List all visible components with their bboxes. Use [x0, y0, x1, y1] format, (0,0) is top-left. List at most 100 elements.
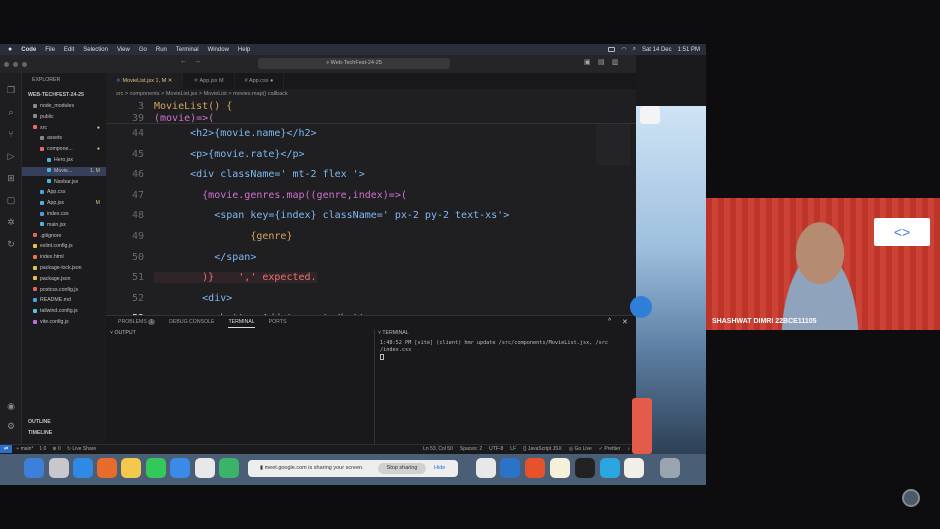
tab-problems[interactable]: PROBLEMS 1: [118, 316, 156, 328]
code-line[interactable]: {movie.genres.map((genre,index)=>(: [154, 190, 407, 201]
explorer-file[interactable]: vite.config.js: [22, 318, 106, 327]
menu-edit[interactable]: Edit: [64, 47, 74, 53]
stop-sharing-button[interactable]: Stop sharing: [378, 463, 426, 474]
finder-docs-icon[interactable]: [624, 458, 644, 478]
explorer-file[interactable]: App.css: [22, 188, 106, 197]
menu-file[interactable]: File: [45, 47, 55, 53]
sync-status[interactable]: 1 0: [33, 445, 46, 453]
firefox-icon[interactable]: [97, 458, 117, 478]
explorer-file[interactable]: App.jsx M: [22, 199, 106, 208]
terminal-section[interactable]: ˅ TERMINAL: [378, 330, 409, 336]
code-line[interactable]: )} ',' expected.: [154, 272, 317, 284]
explorer-file[interactable]: Navbar.jsx: [22, 178, 106, 187]
code-line[interactable]: <span key={index} className=' px-2 py-2 …: [154, 210, 509, 221]
menu-window[interactable]: Window: [208, 47, 229, 53]
code-editor[interactable]: 3 MovieList() { 39 (movie)=>( 44 <h2>{mo…: [106, 100, 636, 315]
chrome-icon[interactable]: [476, 458, 496, 478]
run-debug-icon[interactable]: ▷: [6, 151, 16, 161]
files-icon[interactable]: ❐: [6, 85, 16, 95]
search-icon[interactable]: ⌕: [633, 46, 636, 53]
source-control-icon[interactable]: ⑂: [6, 129, 16, 139]
code-line[interactable]: </span>: [154, 252, 256, 263]
code-line[interactable]: <h2>{movie.name}</h2>: [154, 128, 316, 139]
breadcrumb[interactable]: src > components > MovieList.jsx > Movie…: [106, 89, 636, 100]
wifi-icon[interactable]: ◠: [621, 46, 626, 53]
live-share[interactable]: ↻ Live Share: [61, 445, 97, 453]
encoding[interactable]: UTF-8: [489, 445, 510, 453]
code-line[interactable]: <p>{movie.rate}</p>: [154, 149, 304, 160]
brave-icon[interactable]: [525, 458, 545, 478]
search-icon[interactable]: ⌕: [6, 107, 16, 117]
explorer-file[interactable]: package.json: [22, 275, 106, 284]
code-line[interactable]: <div>: [154, 293, 232, 304]
go-live[interactable]: ◎ Go Live: [569, 445, 599, 453]
outline-section[interactable]: OUTLINE: [22, 418, 106, 427]
code-line[interactable]: <div className=' mt-2 flex '>: [154, 169, 365, 180]
output-section[interactable]: ˅ OUTPUT: [110, 330, 136, 336]
hide-button[interactable]: Hide: [434, 463, 445, 474]
account-icon[interactable]: ◉: [6, 401, 16, 411]
remote-icon[interactable]: ▢: [6, 195, 16, 205]
extensions-icon[interactable]: ⊞: [6, 173, 16, 183]
explorer-file[interactable]: Hero.jsx: [22, 156, 106, 165]
explorer-file[interactable]: tailwind.config.js: [22, 307, 106, 316]
settings-sync-icon[interactable]: ✲: [6, 217, 16, 227]
photos-icon[interactable]: [121, 458, 141, 478]
eol[interactable]: LF: [510, 445, 523, 453]
notes-icon[interactable]: [550, 458, 570, 478]
explorer-file[interactable]: .gitignore: [22, 232, 106, 241]
menu-run[interactable]: Run: [156, 47, 167, 53]
explorer-folder[interactable]: public: [22, 113, 106, 122]
close-icon[interactable]: ✕: [622, 318, 628, 326]
explorer-folder[interactable]: assets: [22, 134, 106, 143]
tab-app-jsx[interactable]: ⚛ App.jsx M: [183, 73, 235, 89]
code-line[interactable]: {genre}: [154, 231, 292, 242]
timeline-section[interactable]: TIMELINE: [22, 429, 106, 438]
facetime-icon[interactable]: [219, 458, 239, 478]
indentation[interactable]: Spaces: 2: [460, 445, 489, 453]
messages-icon[interactable]: [146, 458, 166, 478]
cursor-position[interactable]: Ln 53, Col 50: [423, 445, 460, 453]
menu-help[interactable]: Help: [238, 47, 250, 53]
explorer-file[interactable]: README.md: [22, 296, 106, 305]
terminal-icon[interactable]: [575, 458, 595, 478]
tab-ports[interactable]: PORTS: [269, 316, 287, 328]
prettier[interactable]: ✓ Prettier: [599, 445, 628, 453]
zoom-dot[interactable]: [22, 61, 27, 67]
panel-icon[interactable]: ▤: [598, 58, 605, 66]
remote-indicator[interactable]: ⇄: [0, 445, 13, 453]
apple-icon[interactable]: ●: [8, 46, 12, 53]
explorer-folder[interactable]: src ●: [22, 124, 106, 133]
tab-debug-console[interactable]: DEBUG CONSOLE: [169, 316, 214, 328]
explorer-file[interactable]: main.jsx: [22, 221, 106, 230]
battery-icon[interactable]: [608, 47, 616, 52]
layout-sidebar-icon[interactable]: ▥: [612, 58, 619, 66]
app-menu[interactable]: Code: [21, 47, 36, 53]
maximize-icon[interactable]: ^: [608, 318, 611, 325]
launchpad-icon[interactable]: [49, 458, 69, 478]
vscode-icon[interactable]: [500, 458, 520, 478]
explorer-file[interactable]: index.css: [22, 210, 106, 219]
problems-status[interactable]: ⊗ 0: [46, 445, 60, 453]
telegram-icon[interactable]: [600, 458, 620, 478]
tab-terminal[interactable]: TERMINAL: [228, 316, 255, 328]
terminal-cursor[interactable]: [380, 354, 384, 360]
chrome-app-icon[interactable]: [195, 458, 215, 478]
live-share-icon[interactable]: ↻: [6, 239, 16, 249]
minimize-dot[interactable]: [13, 61, 18, 67]
language-mode[interactable]: {} JavaScript JSX: [523, 445, 569, 453]
mail-icon[interactable]: [170, 458, 190, 478]
menu-view[interactable]: View: [117, 47, 130, 53]
tab-app-css[interactable]: # App.css ●: [235, 73, 285, 89]
explorer-folder[interactable]: node_modules: [22, 102, 106, 111]
close-dot[interactable]: [4, 61, 9, 67]
branch[interactable]: ⑂ main*: [12, 445, 33, 453]
explorer-file[interactable]: Movie... 1, M: [22, 166, 106, 176]
explorer-file[interactable]: postcss.config.js: [22, 286, 106, 295]
trash-icon[interactable]: [660, 458, 680, 478]
back-arrow-icon[interactable]: ←: [180, 58, 187, 65]
participant-avatar[interactable]: [902, 489, 920, 507]
tab-movielist[interactable]: ⚛ MovieList.jsx 1, M ✕: [106, 73, 184, 89]
menu-go[interactable]: Go: [139, 47, 147, 53]
command-center-search[interactable]: ⌕ Web-TechFest-24-25: [258, 58, 450, 69]
